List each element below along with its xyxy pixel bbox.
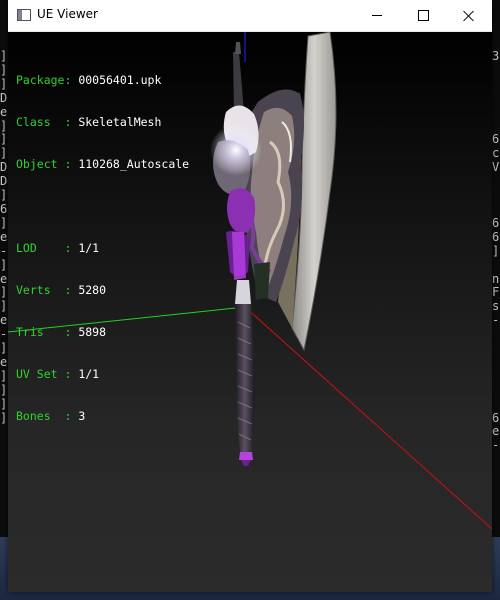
info-row-class: Class : SkeletalMesh <box>16 115 189 129</box>
info-row-verts: Verts : 5280 <box>16 283 189 297</box>
window-title: UE Viewer <box>37 7 98 21</box>
info-row-package: Package: 00056401.upk <box>16 73 189 87</box>
info-row-tris: Tris : 5898 <box>16 325 189 339</box>
info-value: 110268_Autoscale <box>78 157 190 171</box>
console-text-right: 3 6 c V 6 6 ] n F s - 6 e - <box>492 49 500 453</box>
app-window-icon <box>17 9 31 21</box>
title-bar[interactable]: UE Viewer <box>8 0 492 32</box>
info-row-bones: Bones : 3 <box>16 409 189 423</box>
maximize-icon <box>417 10 429 21</box>
3d-viewport[interactable]: Package: 00056401.upk Class : SkeletalMe… <box>8 32 492 592</box>
info-value: 1/1 <box>78 367 100 381</box>
info-row-lod: LOD : 1/1 <box>16 241 189 255</box>
info-label: Package: <box>16 73 79 87</box>
ue-viewer-window: UE Viewer Package: 00056401.upk Class: … <box>8 0 492 592</box>
info-value: 5898 <box>78 325 107 339</box>
info-label: Object : <box>16 157 79 171</box>
mesh-info-overlay: Package: 00056401.upk Class : SkeletalMe… <box>16 45 189 451</box>
minimize-button[interactable] <box>354 0 400 31</box>
info-row-object: Object : 110268_Autoscale <box>16 157 189 171</box>
info-row-uvset: UV Set : 1/1 <box>16 367 189 381</box>
info-label: LOD : <box>16 241 79 255</box>
minimize-icon <box>372 15 382 16</box>
axe-handle <box>235 280 255 466</box>
info-label: UV Set : <box>16 367 79 381</box>
info-value: 00056401.upk <box>78 73 162 87</box>
info-value: SkeletalMesh <box>78 115 162 129</box>
info-label: Bones : <box>16 409 79 423</box>
maximize-button[interactable] <box>400 0 446 31</box>
info-value: 1/1 <box>78 241 100 255</box>
close-icon <box>463 10 475 22</box>
info-value: 3 <box>78 409 86 423</box>
close-button[interactable] <box>446 0 492 31</box>
info-label: Class : <box>16 115 79 129</box>
x-axis-line <box>244 306 492 530</box>
info-label: Tris : <box>16 325 79 339</box>
info-value: 5280 <box>78 283 107 297</box>
info-label: Verts : <box>16 283 79 297</box>
